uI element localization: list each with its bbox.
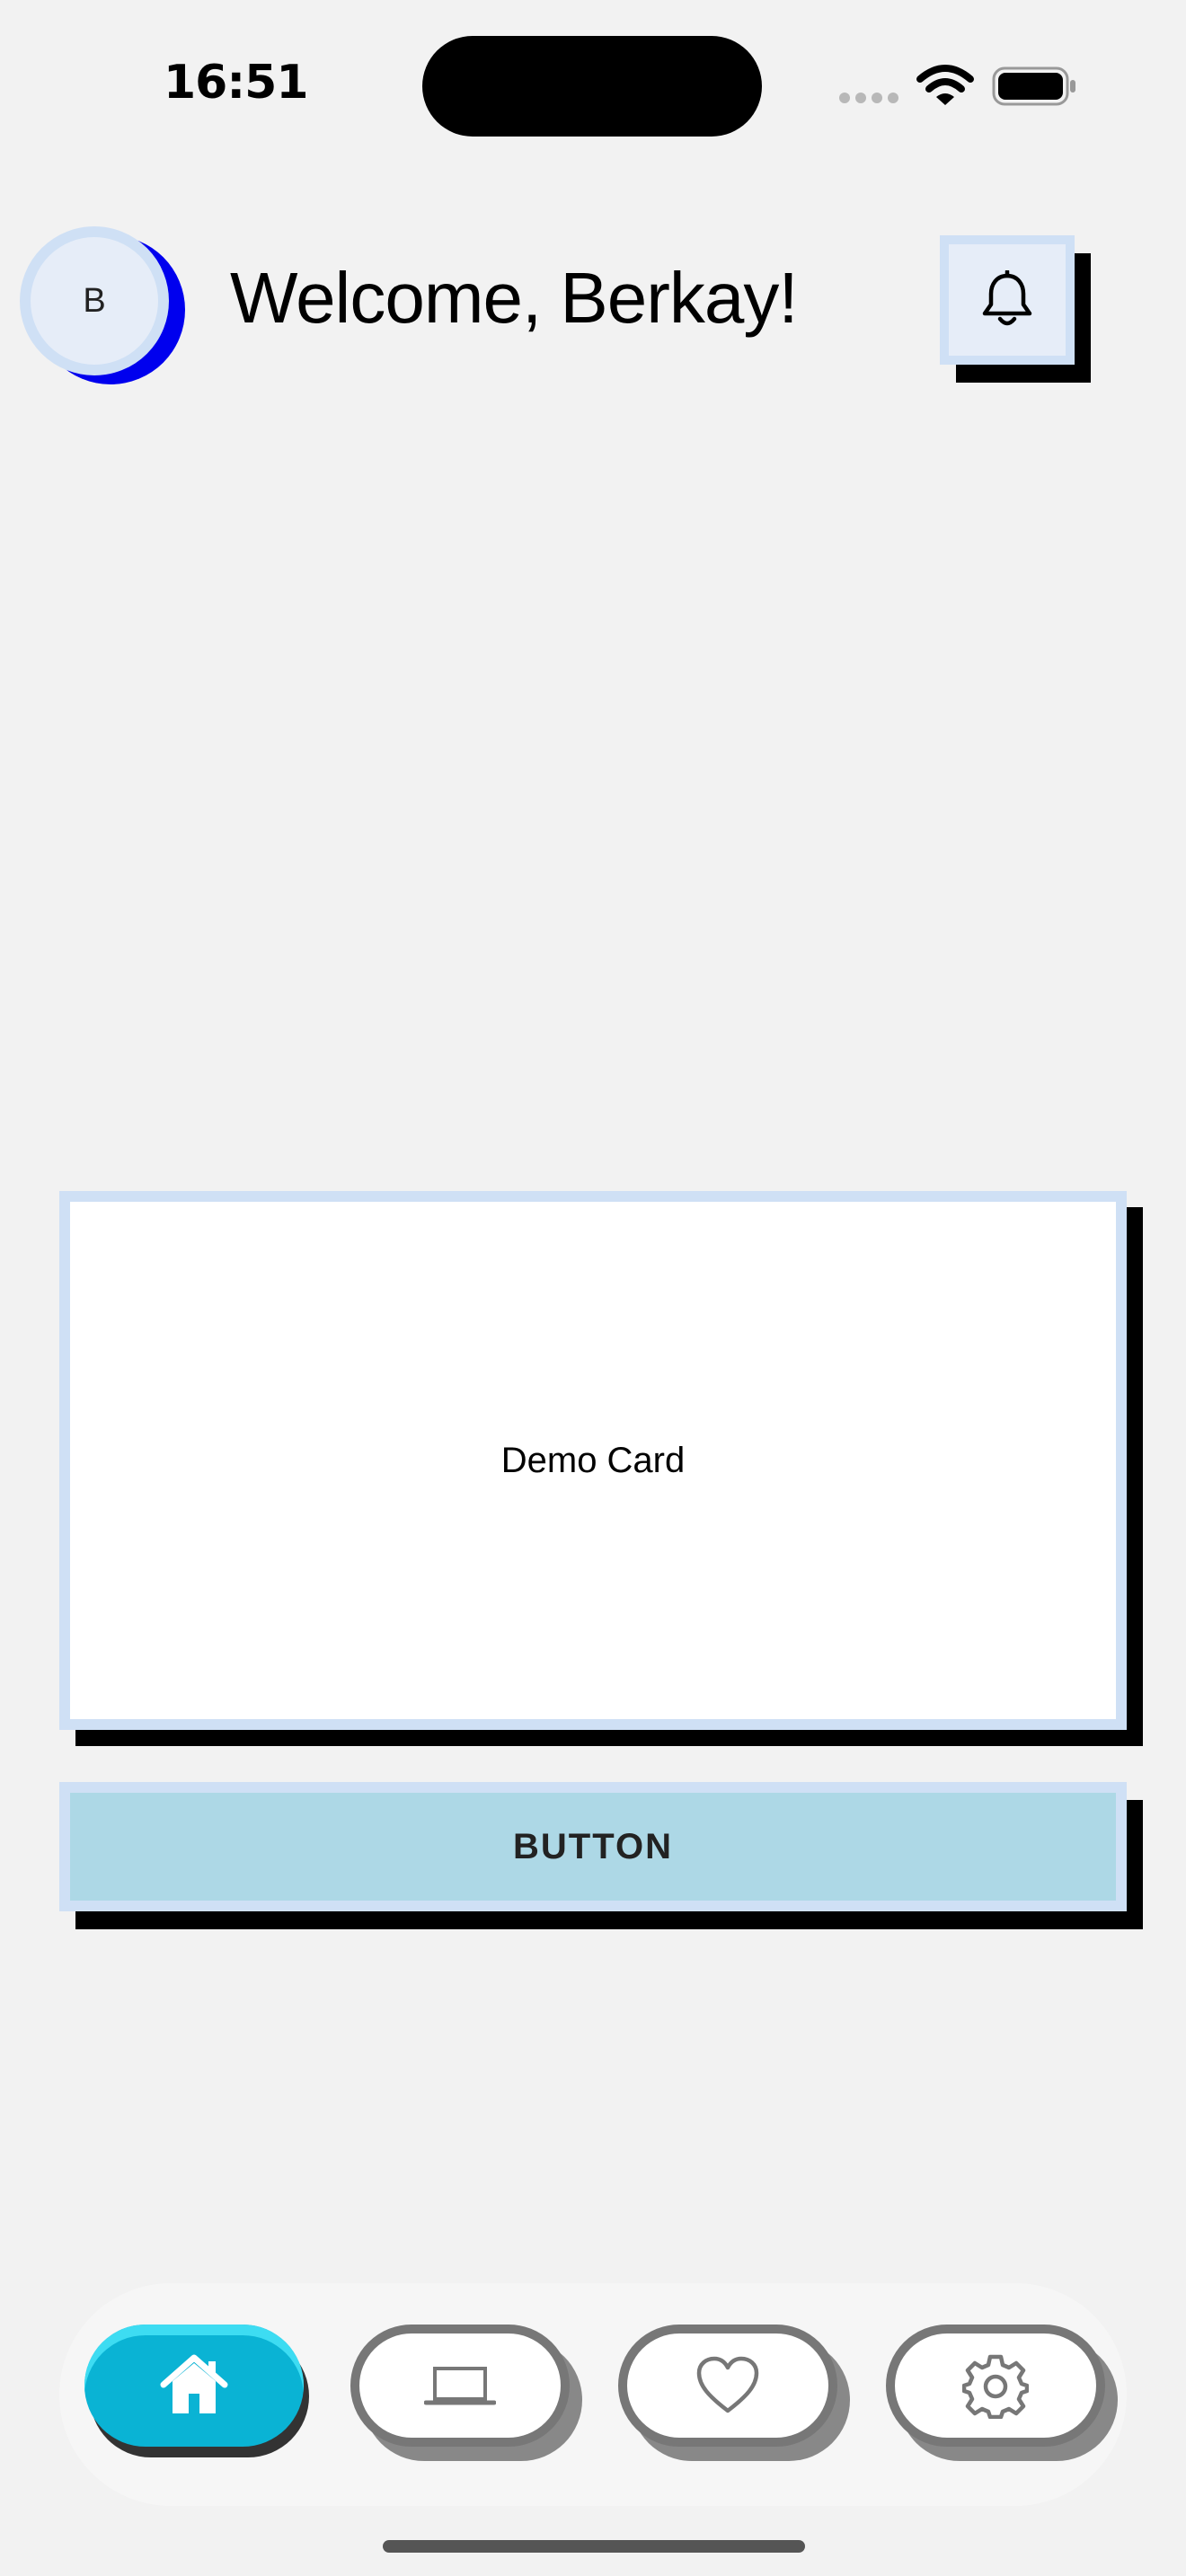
notification-button[interactable] [940,235,1075,365]
main-button-label: BUTTON [513,1826,673,1866]
battery-icon [992,66,1075,106]
nav-settings[interactable] [886,2325,1105,2447]
demo-card-label: Demo Card [500,1440,686,1480]
dynamic-island [422,36,762,137]
welcome-title: Welcome, Berkay! [230,258,799,338]
status-time: 16:51 [164,56,309,110]
main-button[interactable]: BUTTON [59,1782,1127,1911]
avatar-initial: B [83,281,106,320]
cellular-signal-icon [839,93,898,103]
home-icon [160,2354,228,2413]
demo-card[interactable]: Demo Card [59,1191,1127,1730]
app-screen: 16:51 B Welcome, Berkay! Demo Card BUTTO… [0,0,1186,2576]
nav-home[interactable] [84,2325,304,2447]
nav-devices[interactable] [350,2325,570,2447]
gear-icon [962,2354,1029,2419]
avatar[interactable]: B [20,226,169,375]
home-indicator[interactable] [383,2540,805,2553]
nav-favorites[interactable] [618,2325,837,2447]
laptop-icon [424,2367,496,2405]
wifi-icon [916,65,974,105]
bell-icon [982,270,1032,326]
heart-icon [696,2356,759,2413]
